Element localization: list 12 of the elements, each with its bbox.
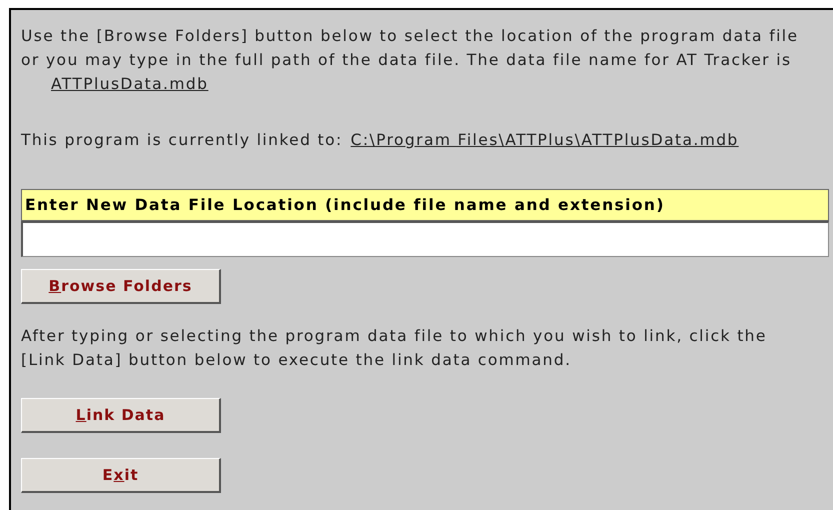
intro-text: or you may type in the full path of the data file. The data file name for AT Tracker is xyxy=(21,50,792,71)
intro-text: Use the [Browse Folders] button below to select the location of the program data file xyxy=(21,26,800,47)
link-data-button[interactable]: Link Data xyxy=(21,398,221,433)
instruction-text: [Link Data] button below to execute the link data command. xyxy=(21,350,572,371)
linked-label: This program is currently linked to: xyxy=(21,130,343,151)
location-input-field[interactable] xyxy=(21,221,829,257)
exit-button[interactable]: Exit xyxy=(21,458,221,493)
instruction-text: After typing or selecting the program data file to which you wish to link, click the xyxy=(21,326,768,347)
browse-folders-button[interactable]: Browse Folders xyxy=(21,269,221,304)
file-name-link[interactable]: ATTPlusData.mdb xyxy=(51,75,208,93)
field-header: Enter New Data File Location (include file name and extension) xyxy=(21,189,829,221)
current-path-link[interactable]: C:\Program Files\ATTPlus\ATTPlusData.mdb xyxy=(350,128,739,152)
